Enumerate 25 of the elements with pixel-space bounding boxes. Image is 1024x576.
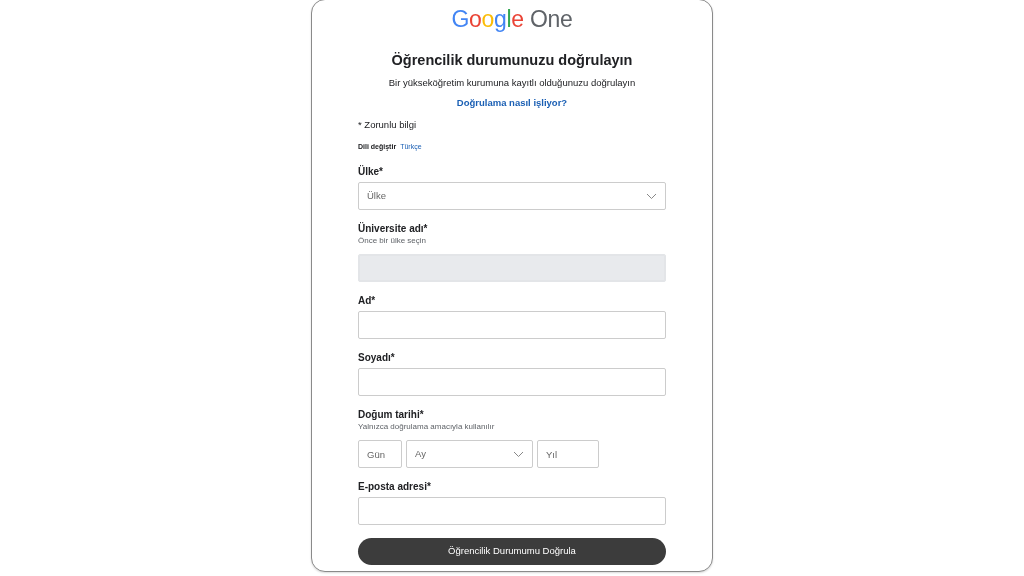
dropdown-placeholder: Ay (415, 446, 426, 461)
chevron-down-icon (513, 450, 524, 458)
help-link[interactable]: Doğrulama nasıl işliyor? (456, 97, 568, 108)
field-label: Üniversite adı* (358, 222, 429, 235)
input-field[interactable] (358, 311, 666, 339)
input-field[interactable] (358, 497, 666, 525)
page-title: Öğrencilik durumunuzu doğrulayın (390, 51, 634, 70)
field-hint: Önce bir ülke seçin (358, 235, 428, 246)
dropdown[interactable]: Ülke (358, 182, 666, 210)
day-field[interactable]: Gün (358, 440, 402, 468)
input-field[interactable] (358, 368, 666, 396)
year-field[interactable]: Yıl (537, 440, 599, 468)
month-dropdown[interactable]: Ay (406, 440, 533, 468)
subtitle: Bir yükseköğretim kurumuna kayıtlı olduğunuzu doğrulayın (387, 77, 637, 89)
submit-button[interactable]: Öğrencilik Durumumu Doğrula (358, 537, 666, 565)
chevron-down-icon (646, 192, 657, 200)
logo: Google One (451, 6, 573, 32)
field-label: Doğum tarihi* (358, 408, 425, 421)
field-label: Soyadı* (358, 351, 396, 364)
required-note: * Zorunlu bilgi (358, 119, 418, 131)
field-label: Ad* (358, 294, 377, 307)
dropdown-placeholder: Ülke (367, 188, 386, 203)
field-hint: Yalnızca doğrulama amacıyla kullanılır (358, 421, 496, 432)
field-label: E-posta adresi* (358, 480, 432, 493)
field-label: Ülke* (358, 165, 384, 178)
